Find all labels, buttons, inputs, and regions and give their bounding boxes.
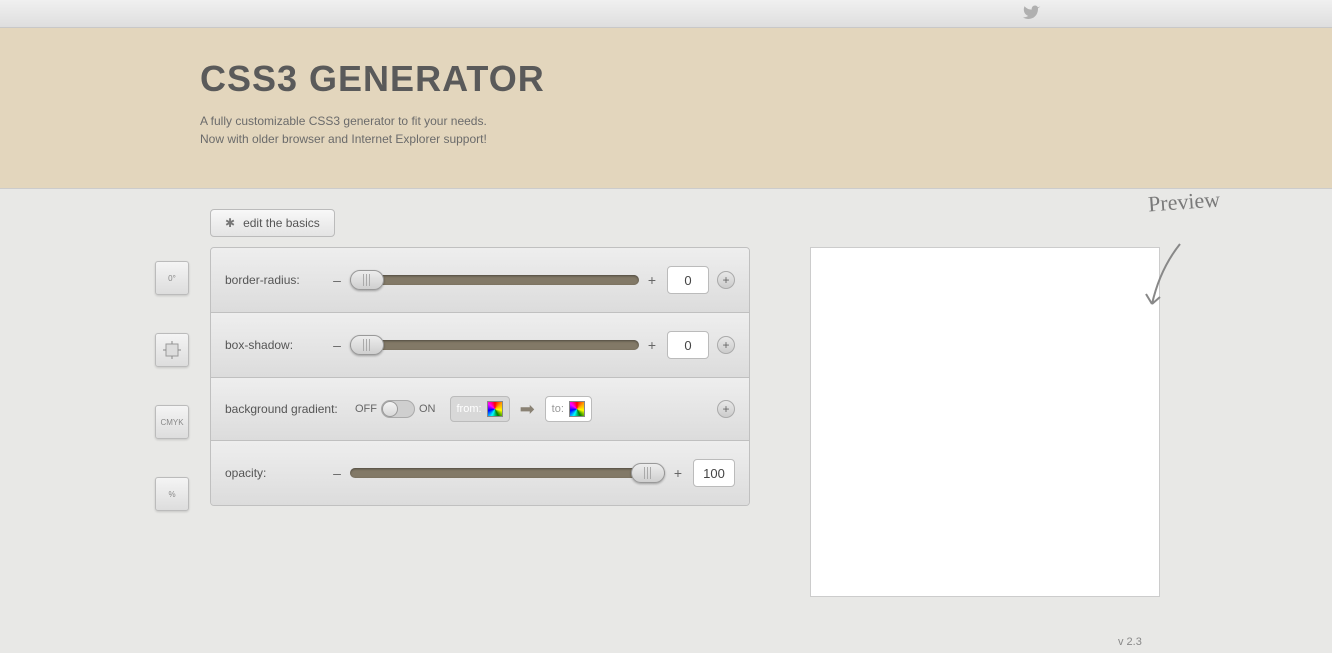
tagline-1: A fully customizable CSS3 generator to f… xyxy=(200,112,1332,130)
edit-basics-label: edit the basics xyxy=(243,216,320,230)
gradient-toggle[interactable] xyxy=(381,400,415,418)
hero: CSS3 GENERATOR A fully customizable CSS3… xyxy=(0,28,1332,189)
color-swatch-icon xyxy=(569,401,585,417)
main: 0° CMYK % ✱ edit the basics border-radiu… xyxy=(0,189,1332,597)
edit-basics-button[interactable]: ✱ edit the basics xyxy=(210,209,335,237)
add-button[interactable]: + xyxy=(717,271,735,289)
panel-border-radius: border-radius: – + + xyxy=(211,248,749,313)
slider-track[interactable] xyxy=(350,275,639,285)
controls-column: ✱ edit the basics border-radius: – + + b… xyxy=(210,209,750,597)
left-icons: 0° CMYK % xyxy=(155,261,195,597)
panel-opacity: opacity: – + xyxy=(211,441,749,505)
slider-handle[interactable] xyxy=(631,463,665,483)
plus-button[interactable]: + xyxy=(645,337,659,353)
preview-box xyxy=(810,247,1160,597)
toggle-knob xyxy=(382,401,398,417)
add-button[interactable]: + xyxy=(717,400,735,418)
slider-track[interactable] xyxy=(350,468,665,478)
label-gradient: background gradient: xyxy=(225,402,355,416)
off-label: OFF xyxy=(355,403,377,415)
preview-arrow-icon xyxy=(1140,239,1190,319)
slider-box-shadow: – + xyxy=(330,337,659,353)
panels: border-radius: – + + box-shadow: – xyxy=(210,247,750,506)
value-input-opacity[interactable] xyxy=(693,459,735,487)
icon-opacity[interactable]: % xyxy=(155,477,189,511)
on-label: ON xyxy=(419,403,436,415)
panel-gradient: background gradient: OFF ON from: ➡ to: xyxy=(211,378,749,441)
panel-box-shadow: box-shadow: – + + xyxy=(211,313,749,378)
color-swatch-icon xyxy=(487,401,503,417)
slider-handle[interactable] xyxy=(350,335,384,355)
page-title: CSS3 GENERATOR xyxy=(200,58,1332,100)
tagline-2: Now with older browser and Internet Expl… xyxy=(200,130,1332,148)
slider-handle[interactable] xyxy=(350,270,384,290)
version-label: v 2.3 xyxy=(1118,636,1142,648)
minus-button[interactable]: – xyxy=(330,465,344,481)
to-color-button[interactable]: to: xyxy=(545,396,592,422)
minus-button[interactable]: – xyxy=(330,337,344,353)
icon-border-radius[interactable]: 0° xyxy=(155,261,189,295)
plus-button[interactable]: + xyxy=(671,465,685,481)
arrow-icon: ➡ xyxy=(520,399,535,420)
icon-gradient[interactable]: CMYK xyxy=(155,405,189,439)
minus-button[interactable]: – xyxy=(330,272,344,288)
plus-button[interactable]: + xyxy=(645,272,659,288)
from-color-button[interactable]: from: xyxy=(450,396,510,422)
value-input-box-shadow[interactable] xyxy=(667,331,709,359)
twitter-icon[interactable] xyxy=(1022,4,1042,27)
label-box-shadow: box-shadow: xyxy=(225,338,330,352)
topbar xyxy=(0,0,1332,28)
preview-label: Preview xyxy=(1147,187,1221,218)
slider-opacity: – + xyxy=(330,465,685,481)
label-border-radius: border-radius: xyxy=(225,273,330,287)
slider-track[interactable] xyxy=(350,340,639,350)
preview-column: Preview xyxy=(810,209,1160,597)
add-button[interactable]: + xyxy=(717,336,735,354)
label-opacity: opacity: xyxy=(225,466,330,480)
icon-box-shadow[interactable] xyxy=(155,333,189,367)
value-input-border-radius[interactable] xyxy=(667,266,709,294)
slider-border-radius: – + xyxy=(330,272,659,288)
gear-icon: ✱ xyxy=(225,216,235,230)
